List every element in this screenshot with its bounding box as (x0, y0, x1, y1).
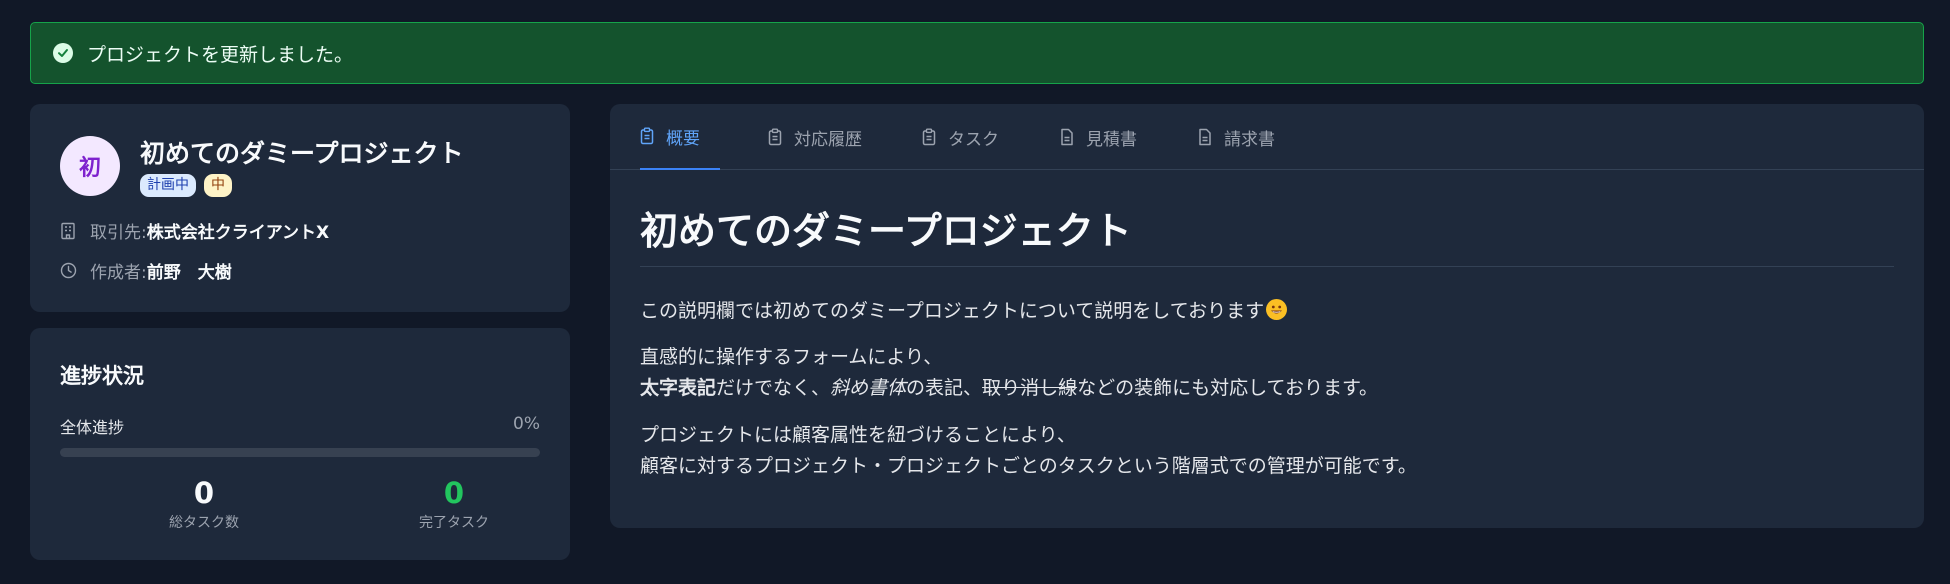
tab-overview[interactable]: 概要 (640, 104, 720, 170)
total-tasks-stat: 0 総タスク数 (114, 476, 294, 532)
done-tasks-label: 完了タスク (419, 515, 489, 531)
client-label: 取引先: (90, 223, 147, 243)
progress-bar (60, 448, 540, 457)
document-icon (1060, 128, 1074, 146)
p3-line-1: プロジェクトには顧客属性を紐づけることにより、 (640, 424, 1076, 446)
check-circle-icon (53, 43, 73, 63)
done-tasks-stat: 0 完了タスク (364, 476, 544, 532)
tab-history[interactable]: 対応履歴 (768, 104, 862, 170)
progress-title: 進捗状況 (60, 364, 144, 388)
p1-text: この説明欄では初めてのダミープロジェクトについて説明をしております (640, 300, 1265, 322)
status-badge: 計画中 (140, 174, 196, 197)
project-summary-card: 初 初めてのダミープロジェクト 計画中 中 取引先: 株式会社クライアントX 作… (30, 104, 570, 312)
strikethrough-text: 取り消し線 (982, 377, 1078, 399)
overall-progress-label: 全体進捗 (60, 418, 125, 437)
badge-group: 計画中 中 (140, 174, 232, 197)
author-row: 作成者: 前野 大樹 (60, 258, 232, 283)
description-paragraph-1: この説明欄では初めてのダミープロジェクトについて説明をしております (640, 296, 1288, 327)
client-row: 取引先: 株式会社クライアントX (60, 218, 329, 243)
grinning-face-icon (1266, 299, 1288, 320)
tab-invoice-label: 請求書 (1224, 129, 1275, 150)
content-title: 初めてのダミープロジェクト (640, 209, 1132, 253)
tab-invoice[interactable]: 請求書 (1198, 104, 1275, 170)
project-title: 初めてのダミープロジェクト (140, 139, 464, 168)
avatar: 初 (60, 136, 120, 196)
tab-history-label: 対応履歴 (794, 129, 862, 150)
p2-mid-2: の表記、 (906, 377, 983, 399)
tab-tasks[interactable]: タスク (922, 104, 999, 170)
tab-bar: 概要 対応履歴 タスク 見積書 請求書 (610, 104, 1924, 170)
clipboard-icon (922, 128, 936, 146)
p2-line-1: 直感的に操作するフォームにより、 (640, 346, 943, 368)
total-tasks-label: 総タスク数 (169, 515, 239, 531)
author-label: 作成者: (90, 263, 147, 283)
bold-text: 太字表記 (640, 377, 717, 399)
italic-text: 斜め書体 (830, 377, 907, 399)
clipboard-icon (640, 127, 654, 145)
banner-message: プロジェクトを更新しました。 (87, 43, 354, 66)
main-panel: 概要 対応履歴 タスク 見積書 請求書 初めてのダミープロジェクト この説明欄で… (610, 104, 1924, 528)
tab-estimate-label: 見積書 (1086, 129, 1137, 150)
author-value: 前野 大樹 (146, 263, 232, 283)
tab-estimate[interactable]: 見積書 (1060, 104, 1137, 170)
p2-mid-1: だけでなく、 (716, 377, 831, 399)
p3-line-2: 顧客に対するプロジェクト・プロジェクトごとのタスクという階層式での管理が可能です… (640, 455, 1417, 477)
p2-line-2: 太字表記だけでなく、斜め書体の表記、取り消し線などの装飾にも対応しております。 (640, 373, 1378, 404)
clipboard-icon (768, 128, 782, 146)
progress-card: 進捗状況 全体進捗 0% 0 総タスク数 0 完了タスク (30, 328, 570, 560)
total-tasks-value: 0 (193, 476, 215, 510)
tab-overview-label: 概要 (666, 128, 700, 149)
description-paragraph-3: プロジェクトには顧客属性を紐づけることにより、 顧客に対するプロジェクト・プロジ… (640, 420, 1417, 482)
project-detail-page: プロジェクトを更新しました。 初 初めてのダミープロジェクト 計画中 中 取引先… (0, 0, 1950, 584)
clock-icon (60, 262, 78, 280)
document-icon (1198, 128, 1212, 146)
client-value: 株式会社クライアントX (146, 223, 330, 243)
tab-tasks-label: タスク (948, 129, 999, 150)
priority-badge: 中 (204, 174, 232, 197)
p2-end: などの装飾にも対応しております。 (1077, 377, 1379, 399)
done-tasks-value: 0 (443, 476, 465, 510)
divider (640, 266, 1894, 267)
building-icon (60, 222, 78, 240)
description-paragraph-2: 直感的に操作するフォームにより、 太字表記だけでなく、斜め書体の表記、取り消し線… (640, 342, 1378, 404)
success-banner: プロジェクトを更新しました。 (30, 22, 1924, 84)
overall-progress-percent: 0% (513, 414, 540, 434)
